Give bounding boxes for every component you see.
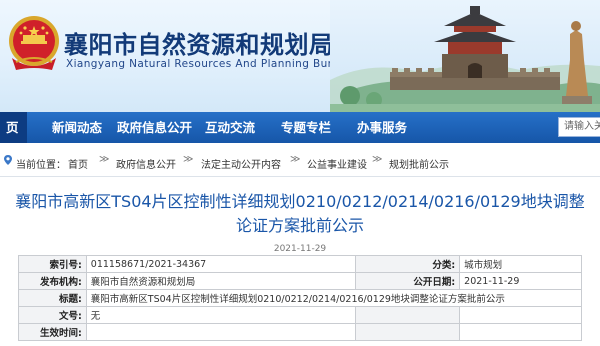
nav-item-special-topics[interactable]: 专题专栏 xyxy=(281,112,331,143)
article-title: 襄阳市高新区TS04片区控制性详细规划0210/0212/0214/0216/0… xyxy=(15,192,585,235)
table-row: 生效时间: xyxy=(18,323,582,341)
table-row: 发布机构: 襄阳市自然资源和规划局 公开日期: 2021-11-29 xyxy=(18,272,582,290)
breadcrumb-divider xyxy=(0,176,600,177)
meta-label-index: 索引号: xyxy=(18,255,87,273)
site-subtitle: Xiangyang Natural Resources And Planning… xyxy=(66,58,353,70)
meta-label-title: 标题: xyxy=(18,289,87,307)
meta-label-publisher: 发布机构: xyxy=(18,272,87,290)
meta-label-empty xyxy=(355,323,461,341)
meta-label-publish-date: 公开日期: xyxy=(355,272,461,290)
table-row: 文号: 无 xyxy=(18,306,582,324)
meta-value-publisher: 襄阳市自然资源和规划局 xyxy=(85,272,357,290)
breadcrumb-link-home[interactable]: 首页 xyxy=(68,156,88,171)
meta-value-category: 城市规划 xyxy=(459,255,582,273)
breadcrumb-separator: ≫ xyxy=(372,154,383,165)
document-meta-table: 索引号: 011158671/2021-34367 分类: 城市规划 发布机构:… xyxy=(18,255,583,341)
article-date: 2021-11-29 xyxy=(273,244,327,254)
meta-label-doc-number: 文号: xyxy=(18,306,87,324)
city-gate-scenery-illustration xyxy=(330,0,600,112)
table-row: 标题: 襄阳市高新区TS04片区控制性详细规划0210/0212/0214/02… xyxy=(18,289,583,307)
breadcrumb-link-gov-info[interactable]: 政府信息公开 xyxy=(116,156,176,171)
meta-value-index: 011158671/2021-34367 xyxy=(85,255,357,273)
breadcrumb: 当前位置： 首页 ≫ 政府信息公开 ≫ 法定主动公开内容 ≫ 公益事业建设 ≫ … xyxy=(0,151,600,173)
table-row: 索引号: 011158671/2021-34367 分类: 城市规划 xyxy=(18,255,582,273)
location-pin-icon xyxy=(4,155,12,165)
meta-value-doc-number: 无 xyxy=(85,306,357,324)
breadcrumb-link-planning-notice[interactable]: 规划批前公示 xyxy=(389,156,449,171)
nav-item-home[interactable]: 页 xyxy=(0,112,27,143)
meta-label-effective-date: 生效时间: xyxy=(18,323,87,341)
breadcrumb-link-statutory[interactable]: 法定主动公开内容 xyxy=(201,156,281,171)
meta-value-effective-date xyxy=(85,323,357,341)
meta-label-empty xyxy=(355,306,461,324)
nav-item-news[interactable]: 新闻动态 xyxy=(52,112,102,143)
meta-label-category: 分类: xyxy=(355,255,461,273)
breadcrumb-link-public-welfare[interactable]: 公益事业建设 xyxy=(307,156,367,171)
breadcrumb-separator: ≫ xyxy=(183,154,194,165)
meta-value-publish-date: 2021-11-29 xyxy=(459,272,582,290)
search-input[interactable]: 请输入关 xyxy=(558,117,600,137)
site-header: 襄阳市自然资源和规划局 Xiangyang Natural Resources … xyxy=(0,0,600,112)
site-title: 襄阳市自然资源和规划局 xyxy=(64,31,334,59)
meta-value-empty xyxy=(459,323,582,341)
meta-value-title: 襄阳市高新区TS04片区控制性详细规划0210/0212/0214/0216/0… xyxy=(85,289,583,307)
nav-item-gov-info[interactable]: 政府信息公开 xyxy=(117,112,192,143)
breadcrumb-separator: ≫ xyxy=(99,154,110,165)
national-emblem-icon xyxy=(9,16,59,70)
breadcrumb-current-label: 当前位置： xyxy=(16,160,66,171)
main-nav: 页 新闻动态 政府信息公开 互动交流 专题专栏 办事服务 xyxy=(0,112,600,143)
meta-value-empty xyxy=(459,306,582,324)
nav-item-interaction[interactable]: 互动交流 xyxy=(205,112,255,143)
breadcrumb-separator: ≫ xyxy=(290,154,301,165)
nav-item-services[interactable]: 办事服务 xyxy=(357,112,407,143)
